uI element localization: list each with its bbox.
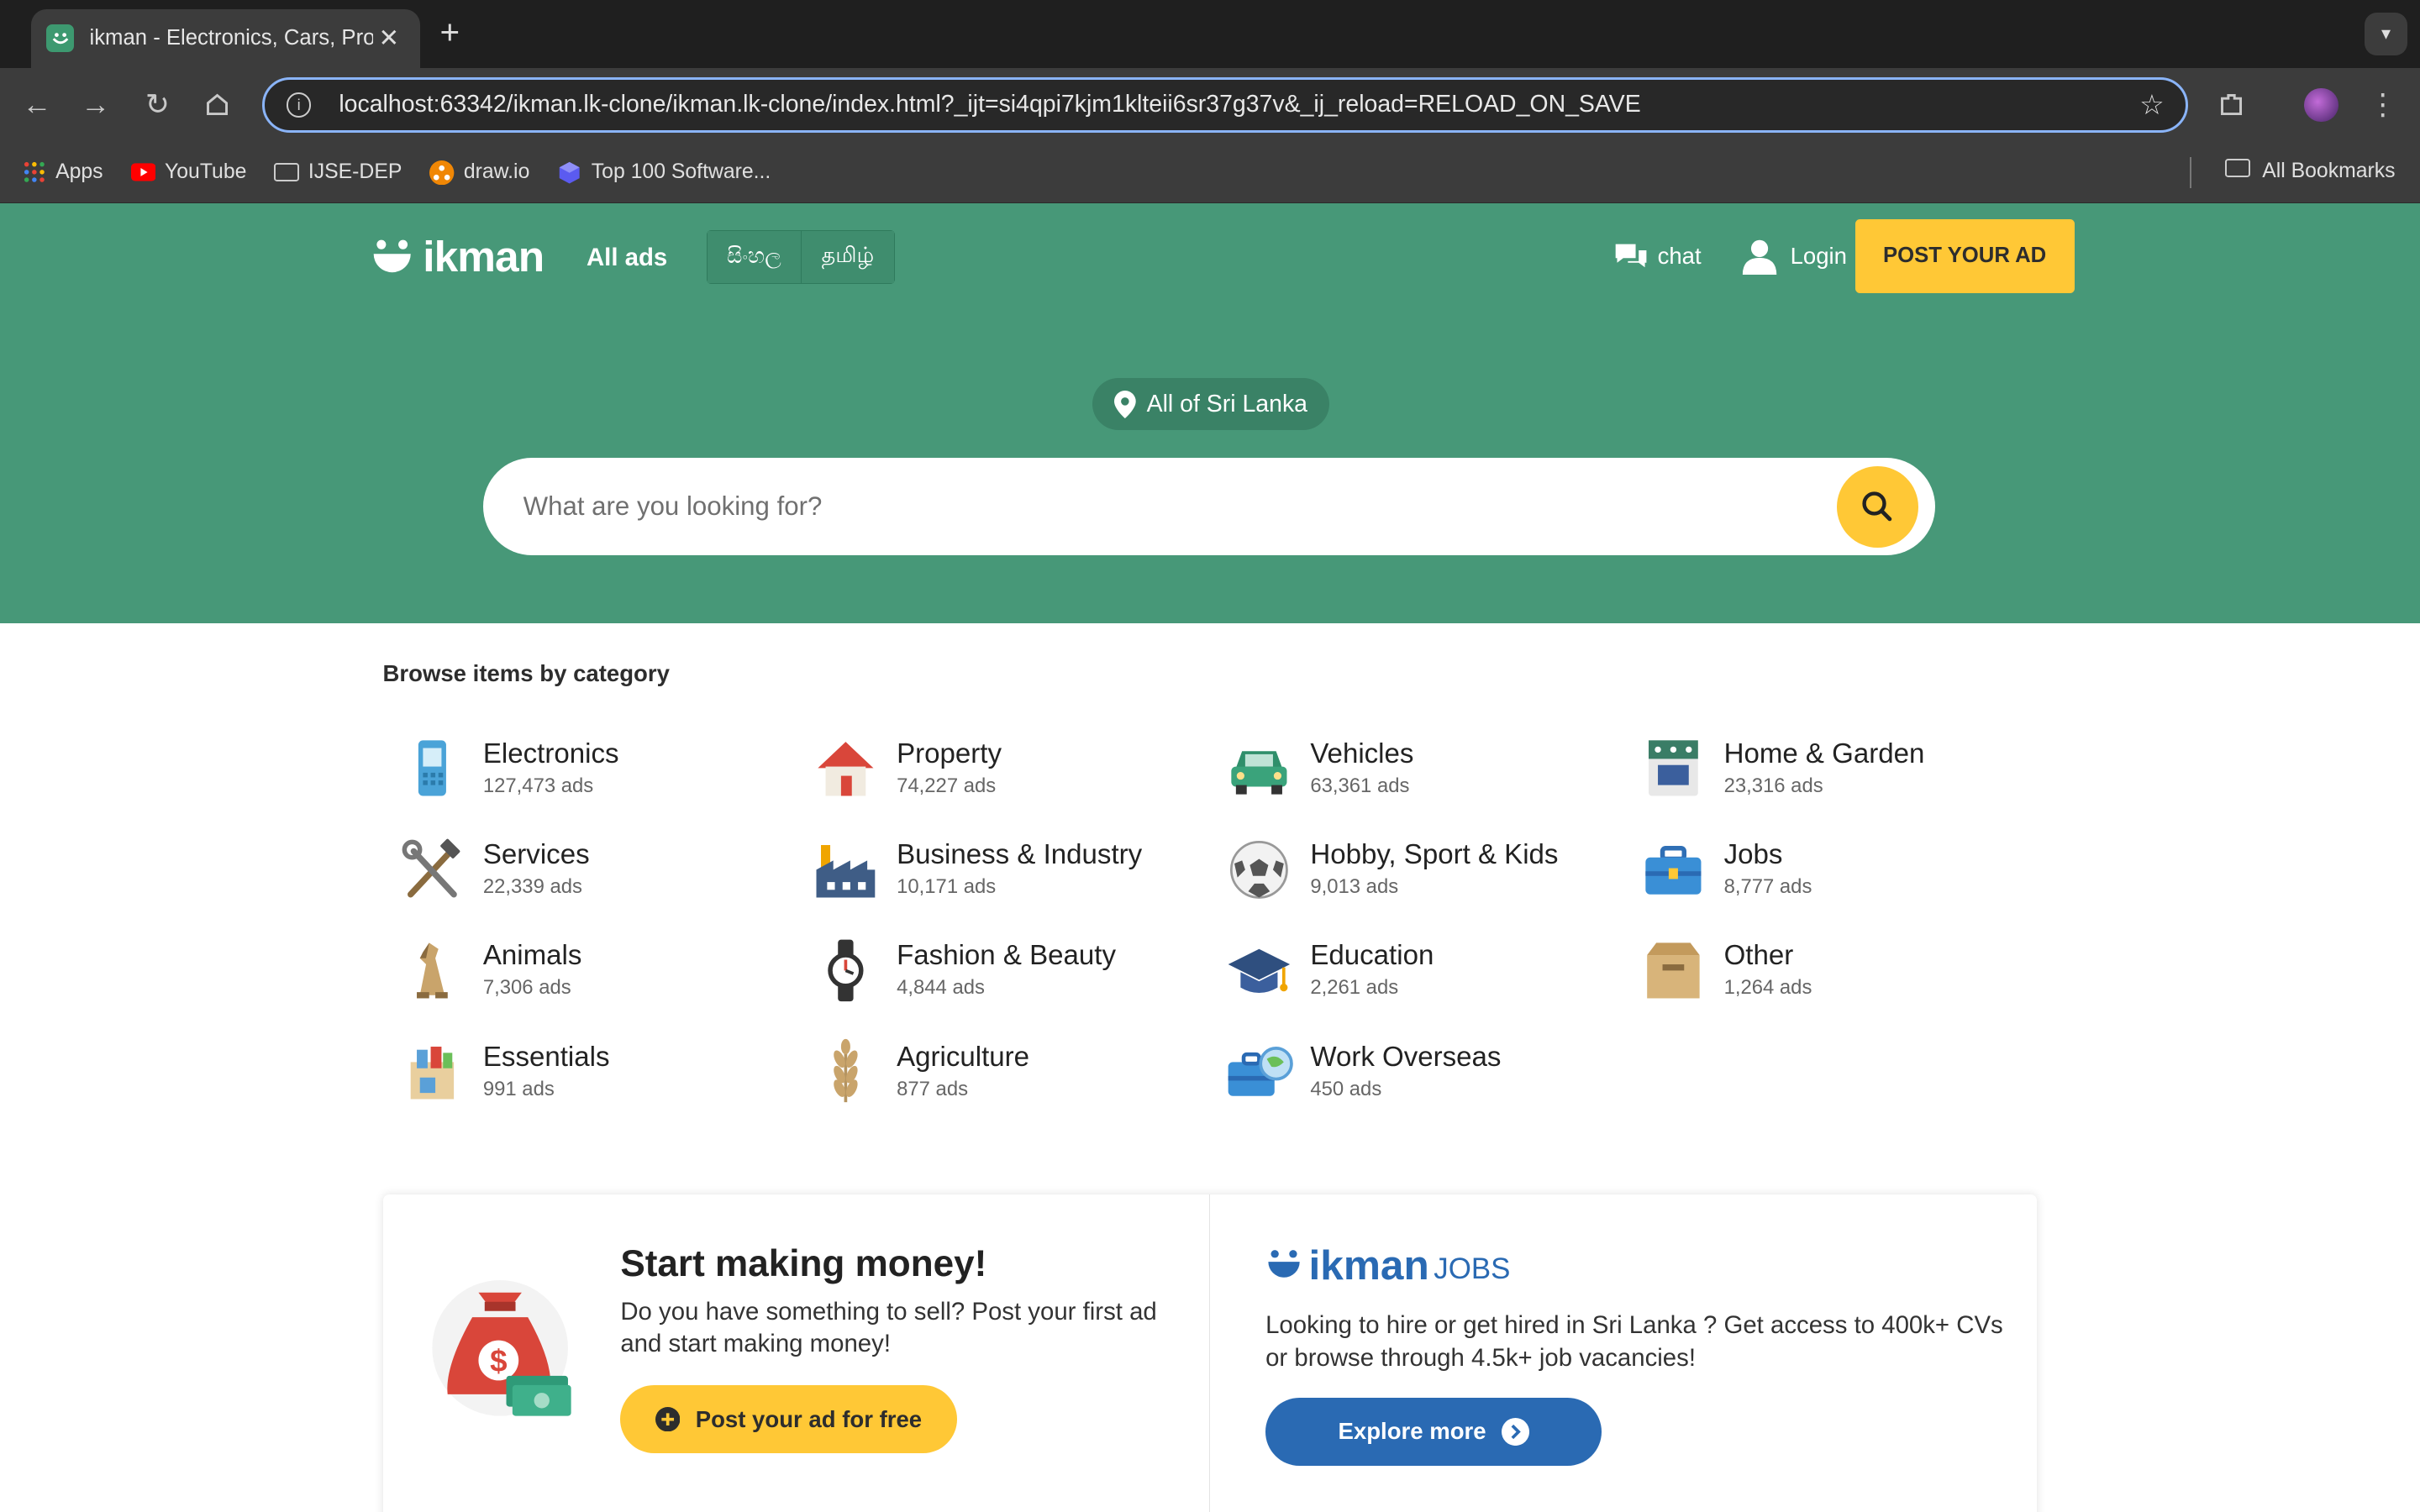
plus-circle-icon xyxy=(655,1407,681,1432)
new-tab-icon[interactable]: + xyxy=(439,13,460,52)
jobs-text: Looking to hire or get hired in Sri Lank… xyxy=(1265,1310,2003,1373)
browse-heading: Browse items by category xyxy=(382,660,670,687)
search-icon xyxy=(1862,491,1892,522)
promo-text: Do you have something to sell? Post your… xyxy=(620,1297,1157,1358)
post-ad-free-button[interactable]: Post your ad for free xyxy=(620,1385,957,1454)
category-animals[interactable]: Animals 7,306 ads xyxy=(398,937,812,1037)
apps-grid-icon xyxy=(22,160,46,185)
category-essentials[interactable]: Essentials 991 ads xyxy=(398,1037,812,1138)
category-other[interactable]: Other 1,264 ads xyxy=(1639,937,2053,1037)
category-jobs[interactable]: Jobs 8,777 ads xyxy=(1639,836,2053,937)
browser-menu-icon[interactable]: ⋮ xyxy=(2365,87,2402,123)
category-work-overseas[interactable]: Work Overseas 450 ads xyxy=(1225,1037,1639,1138)
explore-more-button[interactable]: Explore more xyxy=(1265,1398,1602,1466)
category-home-garden[interactable]: Home & Garden 23,316 ads xyxy=(1639,734,2053,835)
location-pin-icon xyxy=(1114,390,1136,418)
category-fashion-beauty[interactable]: Fashion & Beauty 4,844 ads xyxy=(812,937,1225,1037)
language-switcher: සිංහල தமிழ் xyxy=(707,229,896,284)
ikman-logo[interactable]: ikman xyxy=(371,231,544,281)
address-bar[interactable]: i localhost:63342/ikman.lk-clone/ikman.l… xyxy=(262,76,2189,133)
browser-tab[interactable]: ikman - Electronics, Cars, Pro ✕ xyxy=(30,9,420,68)
category-education[interactable]: Education 2,261 ads xyxy=(1225,937,1639,1037)
promo-title: Start making money! xyxy=(620,1243,987,1285)
ikman-favicon-icon xyxy=(46,24,75,53)
close-tab-icon[interactable]: ✕ xyxy=(373,24,404,53)
ikman-jobs-logo: ikman JOBS xyxy=(1265,1241,1510,1289)
start-money-card: $ Start making money! Do you have someth… xyxy=(383,1194,1210,1512)
box-icon xyxy=(1639,937,1707,1005)
promo-section: $ Start making money! Do you have someth… xyxy=(382,1194,2038,1512)
phone-icon xyxy=(398,734,466,802)
watch-icon xyxy=(812,937,880,1005)
login-link[interactable]: Login xyxy=(1741,238,1847,275)
user-icon xyxy=(1742,239,1777,275)
wheat-icon xyxy=(812,1037,880,1105)
smile-logo-icon xyxy=(1268,1250,1300,1278)
category-business-industry[interactable]: Business & Industry 10,171 ads xyxy=(812,836,1225,937)
url-text: localhost:63342/ikman.lk-clone/ikman.lk-… xyxy=(339,91,1641,118)
category-vehicles[interactable]: Vehicles 63,361 ads xyxy=(1225,734,1639,835)
lang-sinhala-button[interactable]: සිංහල xyxy=(708,230,801,283)
graduation-cap-icon xyxy=(1225,937,1293,1005)
home-icon[interactable] xyxy=(199,87,236,123)
category-hobby-sport-kids[interactable]: Hobby, Sport & Kids 9,013 ads xyxy=(1225,836,1639,937)
bookmarks-divider xyxy=(2190,157,2192,189)
folder-icon xyxy=(274,160,299,185)
grocery-bag-icon xyxy=(398,1037,466,1105)
bookmark-drawio[interactable]: draw.io xyxy=(429,160,529,185)
search-input[interactable] xyxy=(523,491,1936,522)
bookmark-top100[interactable]: Top 100 Software... xyxy=(557,160,771,185)
profile-avatar[interactable] xyxy=(2302,87,2339,123)
bookmark-star-icon[interactable]: ☆ xyxy=(2139,88,2165,122)
money-bag-icon: $ xyxy=(426,1271,574,1432)
post-your-ad-button[interactable]: POST YOUR AD xyxy=(1854,218,2075,293)
suitcase-globe-icon xyxy=(1225,1037,1294,1105)
tab-title: ikman - Electronics, Cars, Pro xyxy=(89,26,374,50)
drawio-icon xyxy=(429,160,455,185)
dog-icon xyxy=(398,937,466,1005)
category-agriculture[interactable]: Agriculture 877 ads xyxy=(812,1037,1225,1138)
lang-tamil-button[interactable]: தமிழ் xyxy=(800,230,895,283)
search-box xyxy=(482,458,1936,556)
category-electronics[interactable]: Electronics 127,473 ads xyxy=(398,734,812,835)
browser-toolbar: ← → ↻ i localhost:63342/ikman.lk-clone/i… xyxy=(0,67,2420,142)
category-services[interactable]: Services 22,339 ads xyxy=(398,836,812,937)
chevron-right-icon xyxy=(1501,1417,1529,1446)
all-bookmarks[interactable]: All Bookmarks xyxy=(2225,159,2396,183)
factory-icon xyxy=(812,836,880,904)
search-button[interactable] xyxy=(1836,465,1918,548)
reload-icon[interactable]: ↻ xyxy=(139,87,176,123)
category-property[interactable]: Property 74,227 ads xyxy=(812,734,1225,835)
extensions-icon[interactable] xyxy=(2213,87,2250,123)
bookmark-ijse-dep[interactable]: IJSE-DEP xyxy=(274,160,402,185)
forward-icon[interactable]: → xyxy=(77,87,114,123)
tab-search-icon[interactable]: ▾ xyxy=(2364,12,2408,56)
svg-text:$: $ xyxy=(490,1344,507,1378)
house-icon xyxy=(812,734,880,802)
chat-bubbles-icon xyxy=(1616,244,1647,267)
cube-icon xyxy=(557,160,581,185)
bookmark-apps[interactable]: Apps xyxy=(22,160,103,185)
location-selector[interactable]: All of Sri Lanka xyxy=(1092,377,1329,431)
briefcase-icon xyxy=(1639,836,1707,904)
chat-link[interactable]: chat xyxy=(1612,241,1702,272)
ikman-jobs-card: ikman JOBS Looking to hire or get hired … xyxy=(1210,1194,2037,1512)
bookmarks-bar: Apps YouTube IJSE-DEP draw.io Top 100 So… xyxy=(0,141,2420,204)
folder-icon xyxy=(2225,159,2250,183)
site-header: ikman All ads සිංහල தமிழ் chat Login POS… xyxy=(0,203,2420,624)
site-info-icon[interactable]: i xyxy=(286,92,312,118)
car-icon xyxy=(1225,734,1293,802)
smile-logo-icon xyxy=(373,239,411,272)
youtube-icon xyxy=(130,160,155,185)
all-ads-link[interactable]: All ads xyxy=(587,244,667,272)
bookmark-youtube[interactable]: YouTube xyxy=(130,160,246,185)
category-grid: Electronics 127,473 ads Property 74,227 ad… xyxy=(398,734,2053,1138)
back-icon[interactable]: ← xyxy=(18,87,55,123)
browser-tab-bar: ikman - Electronics, Cars, Pro ✕ + ▾ xyxy=(0,0,2420,68)
stove-icon xyxy=(1639,734,1707,802)
football-icon xyxy=(1225,836,1293,904)
tools-icon xyxy=(398,836,466,904)
